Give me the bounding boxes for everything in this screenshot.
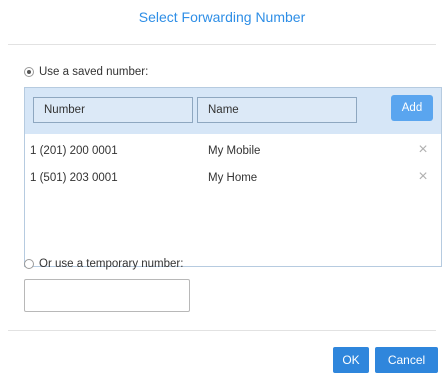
temporary-number-input[interactable] (24, 279, 190, 312)
ok-button[interactable]: OK (333, 347, 369, 373)
row-name: My Mobile (208, 145, 261, 157)
row-number: 1 (501) 203 0001 (30, 172, 118, 184)
cancel-button[interactable]: Cancel (375, 347, 438, 373)
temporary-number-radio[interactable] (24, 259, 34, 269)
saved-numbers-table: Number Name Add 1 (201) 200 0001 My Mobi… (24, 87, 442, 267)
saved-number-radio[interactable] (24, 67, 34, 77)
row-number: 1 (201) 200 0001 (30, 145, 118, 157)
add-button[interactable]: Add (391, 95, 433, 121)
column-header-number[interactable]: Number (33, 97, 193, 123)
close-icon[interactable]: × (416, 169, 430, 185)
close-icon[interactable]: × (416, 142, 430, 158)
temporary-number-option[interactable]: Or use a temporary number: (24, 258, 183, 270)
table-row[interactable]: 1 (501) 203 0001 My Home × (25, 165, 441, 192)
table-row[interactable]: 1 (201) 200 0001 My Mobile × (25, 138, 441, 165)
temporary-number-label: Or use a temporary number: (39, 258, 184, 270)
table-header: Number Name Add (25, 88, 441, 134)
column-header-name[interactable]: Name (197, 97, 357, 123)
saved-number-option[interactable]: Use a saved number: (24, 66, 148, 78)
top-divider (8, 44, 436, 45)
saved-number-label: Use a saved number: (39, 66, 149, 78)
dialog-title: Select Forwarding Number (138, 9, 306, 25)
bottom-divider (8, 330, 436, 331)
saved-number-list: 1 (201) 200 0001 My Mobile × 1 (501) 203… (25, 138, 441, 192)
row-name: My Home (208, 172, 258, 184)
